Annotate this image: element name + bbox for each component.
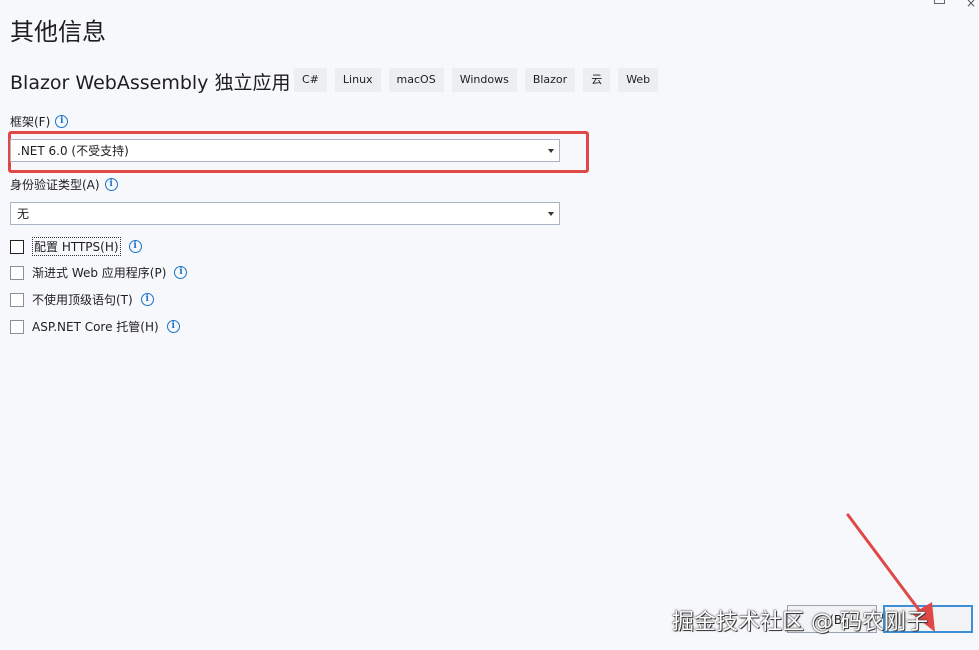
tag-linux: Linux bbox=[334, 68, 381, 92]
framework-label-text: 框架(F) bbox=[10, 115, 51, 129]
tag-macos: macOS bbox=[388, 68, 444, 92]
chevron-down-icon bbox=[548, 149, 554, 153]
info-icon[interactable]: i bbox=[166, 320, 180, 333]
option-no-top-level[interactable]: 不使用顶级语句(T) i bbox=[10, 291, 154, 308]
page-title: 其他信息 bbox=[10, 18, 106, 46]
info-icon[interactable]: i bbox=[55, 115, 69, 128]
auth-label: 身份验证类型(A) i bbox=[10, 176, 118, 193]
template-tags: C# Linux macOS Windows Blazor 云 Web bbox=[294, 68, 659, 92]
option-label: 渐进式 Web 应用程序(P) bbox=[32, 266, 167, 280]
watermark: 掘金技术社区 @ 码农刚子 bbox=[672, 610, 928, 635]
checkbox[interactable] bbox=[10, 239, 24, 254]
option-label: ASP.NET Core 托管(H) bbox=[32, 320, 159, 334]
tag-blazor: Blazor bbox=[524, 68, 576, 92]
tag-cloud: 云 bbox=[583, 68, 611, 92]
tag-csharp: C# bbox=[294, 68, 327, 92]
framework-label: 框架(F) i bbox=[10, 113, 69, 130]
option-label: 不使用顶级语句(T) bbox=[32, 293, 133, 307]
close-icon[interactable]: × bbox=[966, 0, 976, 10]
framework-select[interactable]: .NET 6.0 (不受支持) bbox=[10, 139, 560, 162]
tag-windows: Windows bbox=[451, 68, 517, 92]
option-pwa[interactable]: 渐进式 Web 应用程序(P) i bbox=[10, 264, 188, 281]
tag-web: Web bbox=[618, 68, 659, 92]
framework-select-value: .NET 6.0 (不受支持) bbox=[17, 144, 129, 158]
template-name: Blazor WebAssembly 独立应用 bbox=[10, 72, 291, 94]
auth-select[interactable]: 无 bbox=[10, 202, 560, 225]
checkbox[interactable] bbox=[10, 292, 24, 307]
info-icon[interactable]: i bbox=[140, 293, 154, 306]
checkbox[interactable] bbox=[10, 319, 24, 334]
option-label: 配置 HTTPS(H) bbox=[32, 237, 121, 256]
info-icon[interactable]: i bbox=[174, 266, 188, 279]
auth-select-value: 无 bbox=[17, 207, 30, 221]
chevron-down-icon bbox=[548, 212, 554, 216]
info-icon[interactable]: i bbox=[128, 240, 142, 253]
info-icon[interactable]: i bbox=[104, 178, 118, 191]
option-https[interactable]: 配置 HTTPS(H) i bbox=[10, 237, 142, 256]
option-aspnet-hosted[interactable]: ASP.NET Core 托管(H) i bbox=[10, 318, 180, 335]
window-control-icon[interactable] bbox=[934, 0, 945, 4]
auth-label-text: 身份验证类型(A) bbox=[10, 178, 100, 192]
checkbox[interactable] bbox=[10, 265, 24, 280]
